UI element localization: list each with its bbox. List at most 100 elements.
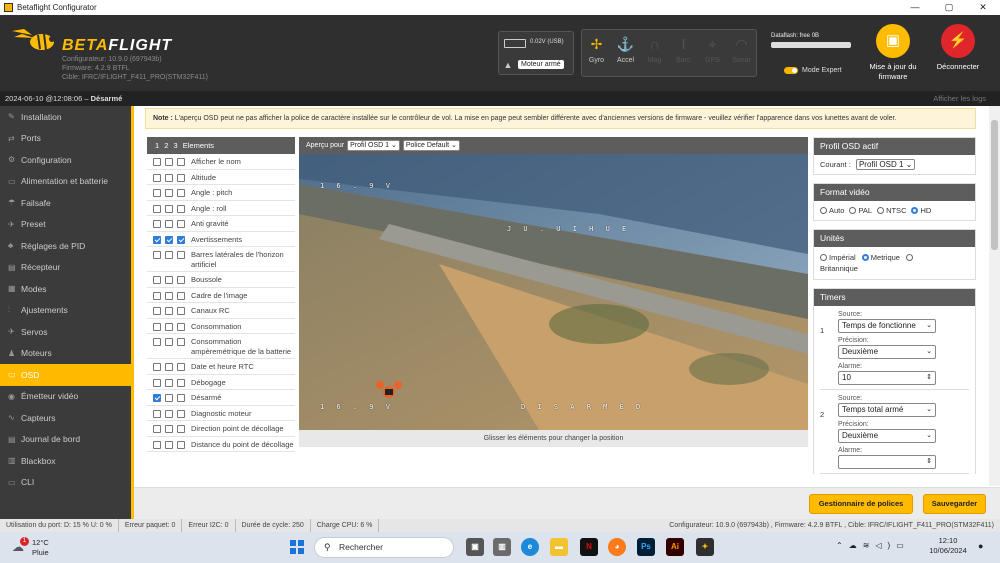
- timer-source-select[interactable]: Temps de fonctionne ⌄: [838, 319, 936, 333]
- close-button[interactable]: ✕: [966, 0, 1000, 15]
- profile-1-checkbox[interactable]: [153, 189, 161, 197]
- profile-3-checkbox[interactable]: [177, 378, 185, 387]
- sidebar-item-alimentation-et-batterie[interactable]: ▭ Alimentation et batterie: [0, 171, 131, 193]
- betaflight-taskbar-icon[interactable]: ✦: [696, 538, 714, 556]
- profile-2-checkbox[interactable]: [165, 204, 173, 213]
- profile-1-checkbox[interactable]: [153, 173, 161, 182]
- profile-2-checkbox[interactable]: [165, 338, 173, 346]
- profile-3-checkbox[interactable]: [177, 440, 185, 449]
- profile-1-checkbox[interactable]: [153, 378, 161, 387]
- profile-1-checkbox[interactable]: [153, 158, 161, 166]
- sidebar-item-r-cepteur[interactable]: ▤ Récepteur: [0, 257, 131, 279]
- folder-icon[interactable]: ▬: [550, 538, 568, 556]
- profile-3-checkbox[interactable]: [177, 251, 185, 259]
- sidebar-item-moteurs[interactable]: ♟ Moteurs: [0, 343, 131, 365]
- sidebar-item-journal-de-bord[interactable]: ▤ Journal de bord: [0, 429, 131, 451]
- profile-1-checkbox[interactable]: [153, 276, 161, 284]
- weather-widget[interactable]: ☁ 1 12°C Pluie: [10, 536, 80, 560]
- timer-source-select[interactable]: Temps total armé ⌄: [838, 403, 936, 417]
- video-format-hd-radio[interactable]: [911, 207, 919, 214]
- sidebar-item-capteurs[interactable]: ∿ Capteurs: [0, 407, 131, 429]
- profile-3-checkbox[interactable]: [177, 363, 185, 371]
- profile-3-checkbox[interactable]: [177, 189, 185, 197]
- notification-bell-icon[interactable]: ●: [978, 541, 983, 551]
- sidebar-item-blackbox[interactable]: ▥ Blackbox: [0, 450, 131, 472]
- profile-3-checkbox[interactable]: [177, 307, 185, 315]
- timer-alarm-input[interactable]: 10 ⇕: [838, 371, 936, 385]
- profile-2-checkbox[interactable]: [165, 307, 173, 315]
- profile-3-checkbox[interactable]: [177, 204, 185, 213]
- profile-3-checkbox[interactable]: [177, 158, 185, 166]
- timer-precision-select[interactable]: Deuxième ⌄: [838, 345, 936, 359]
- timer-alarm-input[interactable]: ⇕: [838, 455, 936, 469]
- illustrator-icon[interactable]: Ai: [666, 538, 684, 556]
- profile-2-checkbox[interactable]: [165, 276, 173, 284]
- video-format-ntsc-radio[interactable]: [877, 207, 885, 214]
- profile-3-checkbox[interactable]: [177, 173, 185, 182]
- edge-icon[interactable]: e: [521, 538, 539, 556]
- profile-1-checkbox[interactable]: [153, 409, 161, 418]
- expert-mode-toggle[interactable]: Mode Expert: [784, 67, 842, 74]
- save-button[interactable]: Sauvegarder: [923, 494, 986, 514]
- profile-1-checkbox[interactable]: [153, 235, 161, 244]
- show-logs-link[interactable]: Afficher les logs: [933, 91, 986, 106]
- profile-1-checkbox[interactable]: [153, 204, 161, 213]
- sidebar-item-failsafe[interactable]: ☂ Failsafe: [0, 192, 131, 214]
- osd-video-preview[interactable]: 1 6 . 9 V J U . U I H U E 1 6 . 9 V D I …: [299, 154, 808, 430]
- sidebar-item-modes[interactable]: ▦ Modes: [0, 278, 131, 300]
- font-manager-button[interactable]: Gestionnaire de polices: [809, 494, 913, 514]
- profile-1-checkbox[interactable]: [153, 322, 161, 331]
- profile-3-checkbox[interactable]: [177, 220, 185, 228]
- osd-voltage-top[interactable]: 1 6 . 9 V: [320, 182, 394, 190]
- profile-2-checkbox[interactable]: [165, 363, 173, 371]
- profile-1-checkbox[interactable]: [153, 307, 161, 315]
- profile-2-checkbox[interactable]: [165, 291, 173, 300]
- profile-2-checkbox[interactable]: [165, 440, 173, 449]
- current-profile-select[interactable]: Profil OSD 1 ⌄: [855, 159, 916, 170]
- sidebar-item-r-glages-de-pid[interactable]: ♣ Réglages de PID: [0, 235, 131, 257]
- unit-imperial-radio[interactable]: [820, 254, 827, 261]
- photoshop-icon[interactable]: Ps: [637, 538, 655, 556]
- profile-2-checkbox[interactable]: [165, 322, 173, 331]
- sidebar-item-osd[interactable]: ▭ OSD: [0, 364, 131, 386]
- sidebar-item-ports[interactable]: ⇄ Ports: [0, 128, 131, 150]
- profile-1-checkbox[interactable]: [153, 338, 161, 346]
- taskview-icon[interactable]: ▣: [466, 538, 484, 556]
- profile-3-checkbox[interactable]: [177, 338, 185, 346]
- video-format-auto-radio[interactable]: [820, 207, 827, 214]
- profile-1-checkbox[interactable]: [153, 440, 161, 449]
- profile-3-checkbox[interactable]: [177, 394, 185, 402]
- firefox-icon[interactable]: ◕: [608, 538, 626, 556]
- preview-font-select[interactable]: Police Default ⌄: [402, 140, 460, 151]
- osd-voltage-bottom[interactable]: 1 6 . 9 V: [320, 403, 394, 411]
- netflix-icon[interactable]: N: [580, 538, 598, 556]
- profile-1-checkbox[interactable]: [153, 251, 161, 259]
- taskbar-search[interactable]: ⚲ Rechercher: [314, 537, 454, 558]
- system-tray-icons[interactable]: ⌃☁≋◁)▭: [836, 541, 910, 550]
- profile-1-checkbox[interactable]: [153, 394, 161, 402]
- taskbar-clock[interactable]: 12:10 10/06/2024: [926, 536, 970, 556]
- profile-2-checkbox[interactable]: [165, 189, 173, 197]
- profile-2-checkbox[interactable]: [165, 235, 173, 244]
- video-format-pal-radio[interactable]: [849, 207, 857, 214]
- content-scrollbar[interactable]: [989, 106, 1000, 486]
- sidebar-item-installation[interactable]: ✎ Installation: [0, 106, 131, 128]
- profile-2-checkbox[interactable]: [165, 394, 173, 402]
- osd-warnings[interactable]: J U . U I H U E: [507, 225, 630, 233]
- profile-3-checkbox[interactable]: [177, 235, 185, 244]
- sidebar-item-preset[interactable]: ✈ Preset: [0, 214, 131, 236]
- store-icon[interactable]: ▥: [493, 538, 511, 556]
- profile-3-checkbox[interactable]: [177, 291, 185, 300]
- sidebar-item-servos[interactable]: ✈ Servos: [0, 321, 131, 343]
- profile-2-checkbox[interactable]: [165, 425, 173, 433]
- profile-3-checkbox[interactable]: [177, 322, 185, 331]
- sidebar-item-ajustements[interactable]: ⫶ Ajustements: [0, 300, 131, 322]
- windows-start-icon[interactable]: [290, 540, 304, 554]
- unit-british-radio[interactable]: [906, 254, 914, 261]
- profile-2-checkbox[interactable]: [165, 378, 173, 387]
- profile-1-checkbox[interactable]: [153, 363, 161, 371]
- sidebar-item--metteur-vid-o[interactable]: ◉ Émetteur vidéo: [0, 386, 131, 408]
- profile-3-checkbox[interactable]: [177, 409, 185, 418]
- profile-1-checkbox[interactable]: [153, 220, 161, 228]
- sidebar-item-cli[interactable]: ▭ CLI: [0, 472, 131, 494]
